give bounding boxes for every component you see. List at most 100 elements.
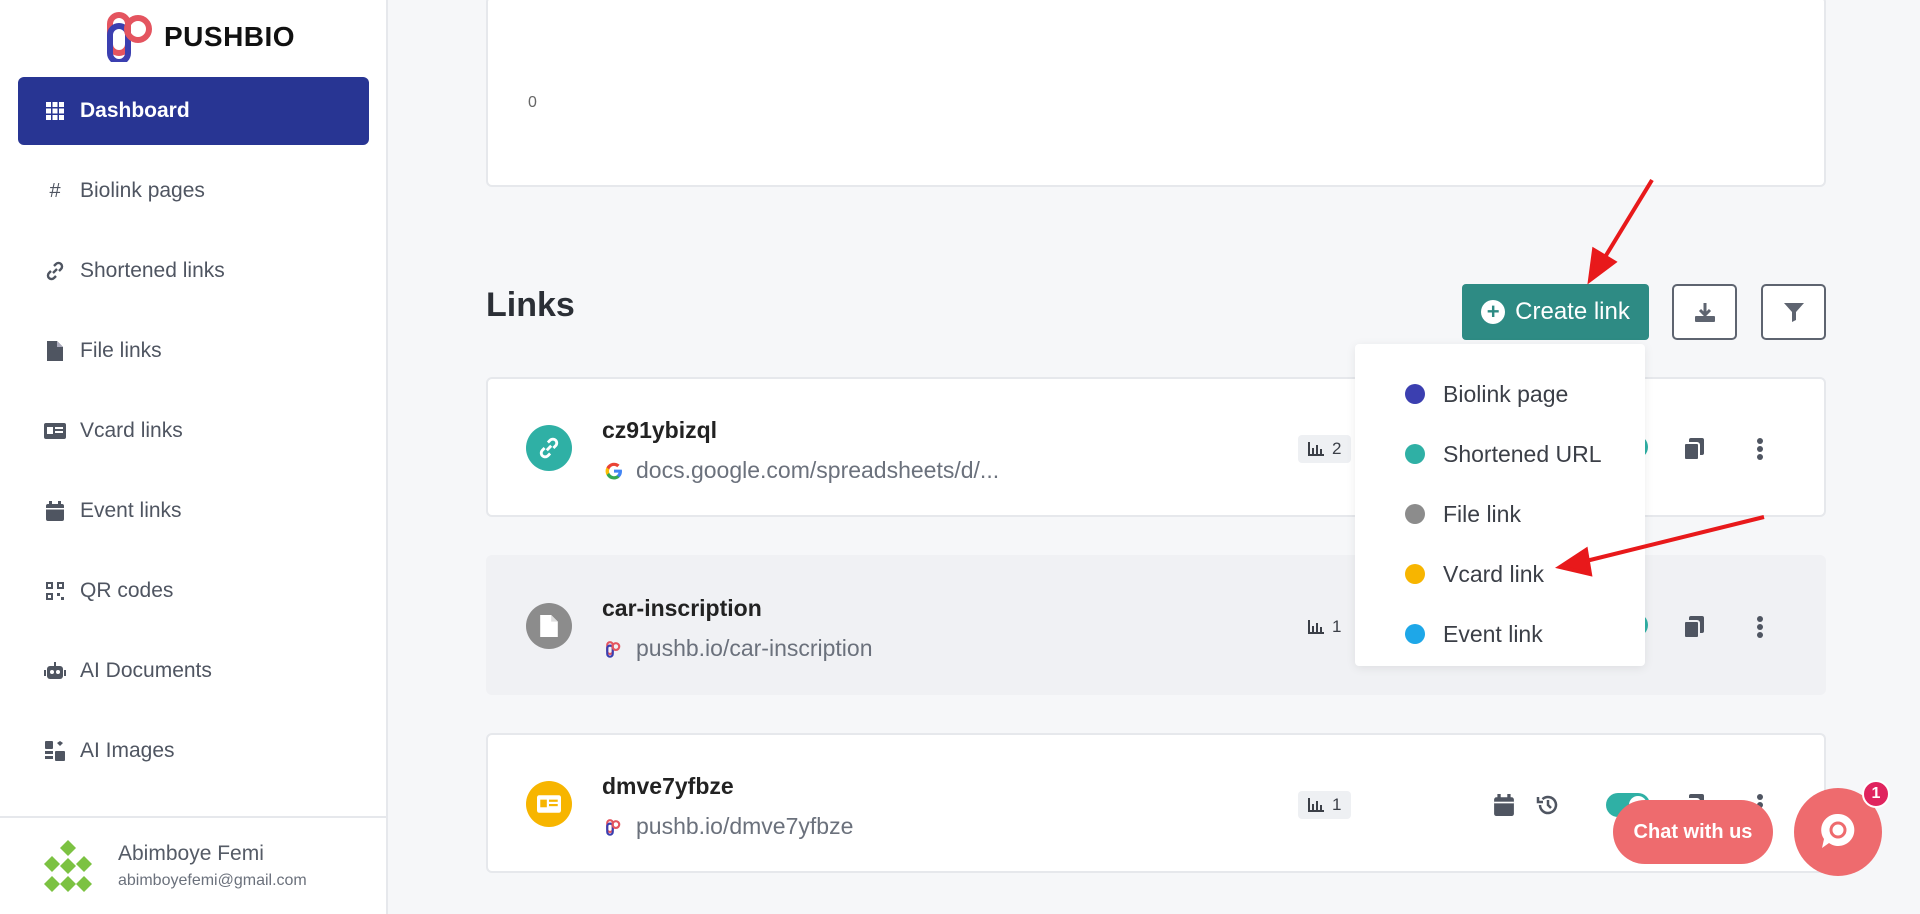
clicks-count: 1	[1332, 617, 1342, 636]
copy-button[interactable]	[1680, 435, 1708, 463]
id-card-icon	[537, 795, 561, 813]
clicks-badge[interactable]: 1	[1298, 791, 1352, 819]
dot-icon	[1405, 384, 1425, 404]
brand-logo[interactable]: PUSHBIO	[106, 12, 295, 62]
menu-item-event-link[interactable]: Event link	[1355, 604, 1645, 664]
sidebar-item-label: Shortened links	[80, 259, 225, 282]
link-type-icon	[526, 781, 572, 827]
history-icon	[1536, 795, 1558, 815]
statistics-chart-card: 0	[486, 0, 1826, 187]
chat-notification-badge: 1	[1862, 780, 1890, 808]
pushbio-favicon-icon	[604, 639, 624, 659]
robot-icon	[44, 660, 66, 682]
sidebar-nav: Dashboard # Biolink pages Shortened link…	[18, 77, 369, 797]
menu-item-file-link[interactable]: File link	[1355, 484, 1645, 544]
more-options-button[interactable]	[1746, 435, 1774, 463]
sidebar-item-shortened-links[interactable]: Shortened links	[18, 237, 369, 305]
google-favicon-icon	[604, 461, 624, 481]
user-name: Abimboye Femi	[118, 842, 264, 865]
ai-images-icon	[44, 740, 66, 762]
menu-item-label: Vcard link	[1443, 560, 1544, 587]
annotation-arrow-create-link	[1587, 178, 1654, 285]
sidebar-item-label: Event links	[80, 499, 182, 522]
link-url-text: pushb.io/dmve7yfbze	[636, 813, 854, 839]
dot-icon	[1405, 504, 1425, 524]
menu-item-label: Shortened URL	[1443, 440, 1602, 467]
plus-circle-icon: +	[1481, 300, 1506, 324]
sidebar-item-label: AI Images	[80, 739, 175, 762]
schedule-button[interactable]	[1490, 791, 1518, 819]
sidebar-item-ai-documents[interactable]: AI Documents	[18, 637, 369, 705]
qr-icon	[44, 580, 66, 602]
chat-with-us-button[interactable]: Chat with us	[1613, 800, 1773, 864]
clicks-count: 2	[1332, 439, 1342, 458]
user-email: abimboyefemi@gmail.com	[118, 872, 307, 889]
download-icon	[1694, 303, 1715, 322]
create-link-dropdown: Biolink page Shortened URL File link Vca…	[1355, 344, 1645, 666]
sidebar-item-qr-codes[interactable]: QR codes	[18, 557, 369, 625]
dot-icon	[1405, 624, 1425, 644]
copy-icon	[1684, 438, 1704, 460]
calendar-icon	[1494, 794, 1514, 816]
clicks-badge[interactable]: 1	[1298, 613, 1351, 641]
history-button[interactable]	[1534, 791, 1562, 819]
copy-button[interactable]	[1680, 613, 1708, 641]
clicks-badge[interactable]: 2	[1298, 435, 1352, 463]
hash-icon: #	[49, 179, 61, 202]
link-title[interactable]: dmve7yfbze	[602, 773, 734, 800]
menu-item-vcard-link[interactable]: Vcard link	[1355, 544, 1645, 604]
sidebar-item-label: File links	[80, 339, 162, 362]
chat-bubble-icon	[1821, 813, 1855, 848]
link-title[interactable]: car-inscription	[602, 595, 762, 622]
sidebar: PUSHBIO Dashboard # Biolink pages Shorte…	[0, 0, 388, 914]
links-section-title: Links	[486, 286, 575, 324]
sidebar-item-ai-images[interactable]: AI Images	[18, 717, 369, 785]
link-url[interactable]: docs.google.com/spreadsheets/d/...	[604, 457, 999, 484]
menu-item-label: Biolink page	[1443, 380, 1569, 407]
sidebar-item-label: AI Documents	[80, 659, 212, 682]
menu-item-shortened-url[interactable]: Shortened URL	[1355, 424, 1645, 484]
user-profile[interactable]: Abimboye Femi abimboyefemi@gmail.com	[0, 816, 388, 914]
sidebar-item-label: QR codes	[80, 579, 174, 602]
kebab-menu-icon	[1757, 438, 1763, 460]
file-icon	[540, 615, 558, 637]
sidebar-item-dashboard[interactable]: Dashboard	[18, 77, 369, 145]
link-icon	[539, 437, 559, 459]
create-link-button[interactable]: + Create link	[1462, 284, 1649, 340]
grid-icon	[44, 100, 66, 122]
chart-axis-zero-label: 0	[528, 94, 537, 111]
link-type-icon	[526, 425, 572, 471]
more-options-button[interactable]	[1746, 613, 1774, 641]
menu-item-label: File link	[1443, 500, 1521, 527]
sidebar-item-event-links[interactable]: Event links	[18, 477, 369, 545]
link-url-text: pushb.io/car-inscription	[636, 635, 873, 661]
filter-icon	[1783, 303, 1804, 322]
filter-button[interactable]	[1761, 284, 1826, 340]
file-icon	[44, 340, 66, 362]
calendar-icon	[44, 500, 66, 522]
kebab-menu-icon	[1757, 616, 1763, 638]
pushbio-favicon-icon	[604, 817, 624, 837]
sidebar-item-label: Vcard links	[80, 419, 183, 442]
dot-icon	[1405, 444, 1425, 464]
sidebar-item-vcard-links[interactable]: Vcard links	[18, 397, 369, 465]
create-link-label: Create link	[1515, 298, 1630, 325]
avatar	[44, 840, 92, 892]
link-icon	[44, 260, 66, 282]
sidebar-item-label: Biolink pages	[80, 179, 205, 202]
bar-chart-icon	[1308, 798, 1324, 812]
link-url[interactable]: pushb.io/car-inscription	[604, 635, 873, 662]
sidebar-item-biolink-pages[interactable]: # Biolink pages	[18, 157, 369, 225]
bar-chart-icon	[1308, 620, 1324, 634]
link-url[interactable]: pushb.io/dmve7yfbze	[604, 813, 853, 840]
clicks-count: 1	[1332, 795, 1342, 814]
menu-item-label: Event link	[1443, 620, 1543, 647]
download-button[interactable]	[1672, 284, 1737, 340]
pushbio-logo-icon	[107, 12, 152, 62]
sidebar-item-file-links[interactable]: File links	[18, 317, 369, 385]
bar-chart-icon	[1308, 442, 1324, 456]
link-title[interactable]: cz91ybizql	[602, 417, 717, 444]
brand-name: PUSHBIO	[164, 21, 296, 52]
menu-item-biolink-page[interactable]: Biolink page	[1355, 364, 1645, 424]
link-type-icon	[526, 603, 572, 649]
